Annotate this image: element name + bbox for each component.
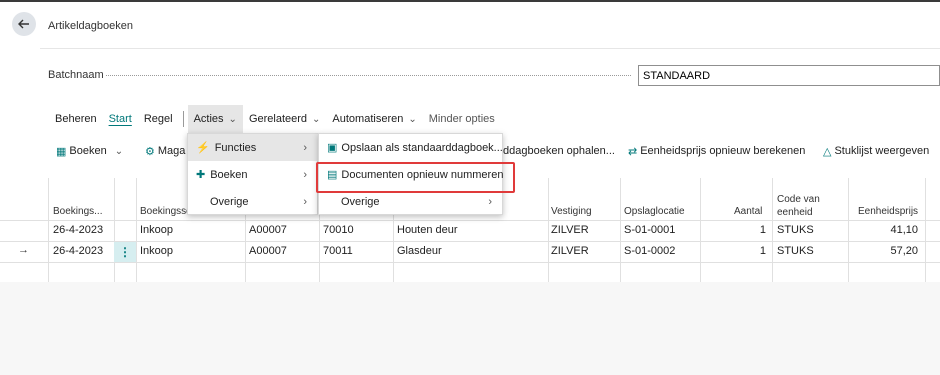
header-eenheidsprijs[interactable]: Eenheidsprijs — [858, 205, 918, 218]
menu-automatiseren[interactable]: Automatiseren ⌄ — [326, 105, 422, 133]
renumber-icon: ▤ — [327, 169, 338, 181]
chevron-down-icon: ⌄ — [114, 145, 124, 157]
cell-qty[interactable]: 1 — [740, 245, 766, 257]
save-icon: ▣ — [327, 142, 338, 154]
arrow-right-icon: → — [18, 244, 29, 256]
chevron-right-icon: › — [303, 141, 307, 154]
stuklijst-button[interactable]: △ Stuklijst weergeven — [823, 138, 929, 164]
header-code-van[interactable]: Code van — [777, 193, 820, 206]
cell-type[interactable]: Inkoop — [140, 224, 173, 236]
arrow-left-icon — [18, 19, 29, 29]
menu-item-overige-sub-label: Overige — [341, 195, 380, 208]
menu-gerelateerd[interactable]: Gerelateerd ⌄ — [243, 105, 326, 133]
boeken-button[interactable]: ▦ Boeken ⌄ — [56, 138, 123, 164]
acties-dropdown: ⚡ Functies › ✚ Boeken › Overige › — [187, 133, 319, 215]
table-row[interactable]: → ⋮ 26-4-2023 Inkoop A00007 70011 Glasde… — [0, 241, 940, 262]
cell-item[interactable]: 70011 — [323, 245, 353, 257]
menu-minder-opties[interactable]: Minder opties — [423, 105, 501, 133]
header-divider — [40, 48, 940, 49]
magazijn-label: Maga — [157, 145, 186, 157]
cell-desc[interactable]: Houten deur — [397, 224, 458, 236]
menu-automatiseren-label: Automatiseren — [332, 113, 404, 125]
chevron-right-icon: › — [488, 195, 492, 208]
eenheidsprijs-label: Eenheidsprijs opnieuw berekenen — [640, 145, 806, 157]
cell-doc[interactable]: A00007 — [249, 224, 287, 236]
chevron-down-icon: ⌄ — [228, 113, 237, 125]
menu-item-boeken[interactable]: ✚ Boeken › — [188, 161, 319, 188]
cell-desc[interactable]: Glasdeur — [397, 245, 442, 257]
menu-item-opslaan-standaard[interactable]: ▣ Opslaan als standaarddagboek... — [319, 134, 504, 161]
dagboeken-ophalen-button[interactable]: ddagboeken ophalen... — [503, 138, 615, 164]
stuklijst-label: Stuklijst weergeven — [834, 145, 930, 157]
cell-date[interactable]: 26-4-2023 — [53, 245, 103, 257]
table-row-empty[interactable] — [0, 262, 940, 283]
cell-uom[interactable]: STUKS — [777, 224, 814, 236]
menu-item-boeken-label: Boeken — [210, 168, 248, 181]
warehouse-icon: ⚙ — [145, 145, 155, 158]
header-boekingssoort[interactable]: Boekingsso — [140, 205, 192, 218]
menu-start[interactable]: Start — [103, 105, 138, 133]
cell-bin[interactable]: S-01-0002 — [624, 245, 675, 257]
window-top-border — [0, 0, 940, 2]
batchnaam-label: Batchnaam — [48, 69, 104, 81]
magazijn-button[interactable]: ⚙ Maga — [145, 138, 185, 164]
header-opslaglocatie[interactable]: Opslaglocatie — [624, 205, 685, 218]
recalculate-icon: ⇄ — [628, 145, 638, 158]
cell-uom[interactable]: STUKS — [777, 245, 814, 257]
menu-item-overige-sub[interactable]: Overige › — [319, 188, 504, 215]
menu-acties[interactable]: Acties ⌄ — [187, 105, 243, 133]
eenheidsprijs-button[interactable]: ⇄ Eenheidsprijs opnieuw berekenen — [628, 138, 805, 164]
table-row[interactable]: 26-4-2023 Inkoop A00007 70010 Houten deu… — [0, 220, 940, 241]
menu-divider — [182, 111, 184, 127]
functies-submenu: ▣ Opslaan als standaarddagboek... ▤ Docu… — [318, 133, 503, 215]
chevron-right-icon: › — [303, 168, 307, 181]
cell-date[interactable]: 26-4-2023 — [53, 224, 103, 236]
cell-type[interactable]: Inkoop — [140, 245, 173, 257]
cell-price[interactable]: 57,20 — [860, 245, 918, 257]
chevron-down-icon: ⌄ — [408, 113, 417, 125]
cell-location[interactable]: ZILVER — [551, 245, 589, 257]
post-icon: ▦ — [56, 145, 67, 158]
menu-item-overige-label: Overige — [210, 195, 249, 208]
dagboeken-ophalen-label: ddagboeken ophalen... — [503, 145, 615, 157]
header-boekingsdatum[interactable]: Boekings... — [53, 205, 102, 218]
cell-qty[interactable]: 1 — [740, 224, 766, 236]
menu-acties-label: Acties — [193, 113, 224, 125]
row-actions-button[interactable]: ⋮ — [114, 242, 136, 262]
cell-location[interactable]: ZILVER — [551, 224, 589, 236]
page-title: Artikeldagboeken — [48, 20, 134, 32]
cell-doc[interactable]: A00007 — [249, 245, 287, 257]
post-icon: ✚ — [196, 169, 206, 181]
menu-item-opslaan-label: Opslaan als standaarddagboek... — [341, 141, 503, 154]
menu-item-documenten-label: Documenten opnieuw nummeren — [341, 168, 504, 181]
menu-item-overige[interactable]: Overige › — [188, 188, 319, 215]
batchnaam-input[interactable] — [638, 65, 940, 86]
action-menubar: Beheren Start Regel Acties ⌄ Gerelateerd ⌄… — [48, 105, 501, 133]
header-aantal[interactable]: Aantal — [734, 205, 762, 218]
cell-price[interactable]: 41,10 — [860, 224, 918, 236]
boeken-label: Boeken — [69, 145, 107, 157]
menu-item-functies-label: Functies — [214, 141, 257, 154]
header-vestiging[interactable]: Vestiging — [551, 205, 592, 218]
header-eenheid[interactable]: eenheid — [777, 206, 813, 219]
back-button[interactable] — [12, 12, 36, 36]
page-background — [0, 282, 940, 375]
menu-item-functies[interactable]: ⚡ Functies › — [188, 134, 319, 161]
cell-bin[interactable]: S-01-0001 — [624, 224, 675, 236]
chevron-down-icon: ⌄ — [312, 113, 321, 125]
field-leader-dots — [106, 75, 631, 76]
lightning-icon: ⚡ — [196, 142, 210, 154]
cell-item[interactable]: 70010 — [323, 224, 354, 236]
menu-regel[interactable]: Regel — [138, 105, 179, 133]
menu-beheren[interactable]: Beheren — [48, 105, 103, 133]
menu-gerelateerd-label: Gerelateerd — [248, 113, 308, 125]
chevron-right-icon: › — [303, 195, 307, 208]
menu-item-documenten-nummeren[interactable]: ▤ Documenten opnieuw nummeren — [319, 161, 504, 188]
bom-tree-icon: △ — [823, 145, 832, 158]
